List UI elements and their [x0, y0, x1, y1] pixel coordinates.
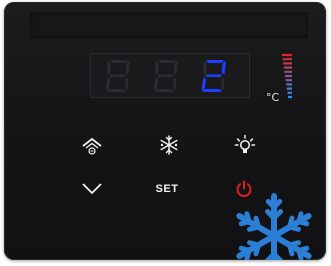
segment-d [154, 89, 174, 92]
segment-c [221, 77, 224, 91]
segment-e [153, 77, 158, 91]
flake-branch [253, 215, 261, 230]
controller-panel: °C SET [4, 2, 326, 260]
segment-a [158, 60, 176, 63]
flake-branch [287, 224, 301, 232]
segment-c [173, 77, 176, 91]
down-button[interactable] [80, 180, 104, 198]
segment-b [173, 61, 178, 75]
defrost-button[interactable] [80, 136, 104, 156]
segment-e [201, 77, 206, 91]
segment-g [205, 74, 222, 77]
light-bulb-icon [234, 134, 256, 153]
segment-a [206, 60, 224, 63]
set-button[interactable]: SET [152, 180, 182, 198]
display-digit-2 [153, 60, 178, 92]
segment-c [125, 77, 128, 91]
segment-g [109, 74, 126, 77]
light-button[interactable] [232, 133, 258, 157]
defrost-up-icon [82, 137, 102, 155]
chevron-down-icon [82, 183, 102, 195]
segment-a [110, 60, 128, 63]
flake-branch [296, 219, 310, 227]
segment-g [157, 74, 174, 77]
display-digit-1 [105, 60, 130, 92]
segment-d [202, 89, 222, 92]
freeze-button[interactable] [156, 133, 182, 157]
unit-label: °C [266, 91, 280, 104]
segment-b [221, 61, 226, 75]
segment-f [107, 61, 111, 75]
display-digit-3 [201, 60, 226, 92]
flake-branch [287, 242, 295, 257]
flake-branch [238, 245, 252, 253]
flake-branch [244, 211, 252, 225]
temperature-display [90, 53, 250, 98]
set-label: SET [155, 183, 179, 195]
snowflake-icon [160, 135, 178, 155]
segment-f [203, 61, 207, 75]
segment-f [155, 61, 159, 75]
flake-branch [296, 247, 304, 260]
snowflake-decoration-icon [236, 193, 312, 260]
segment-b [125, 61, 130, 75]
segment-d [106, 89, 126, 92]
top-label-strip [30, 12, 308, 38]
segment-e [105, 77, 110, 91]
flake-branch [247, 240, 261, 248]
